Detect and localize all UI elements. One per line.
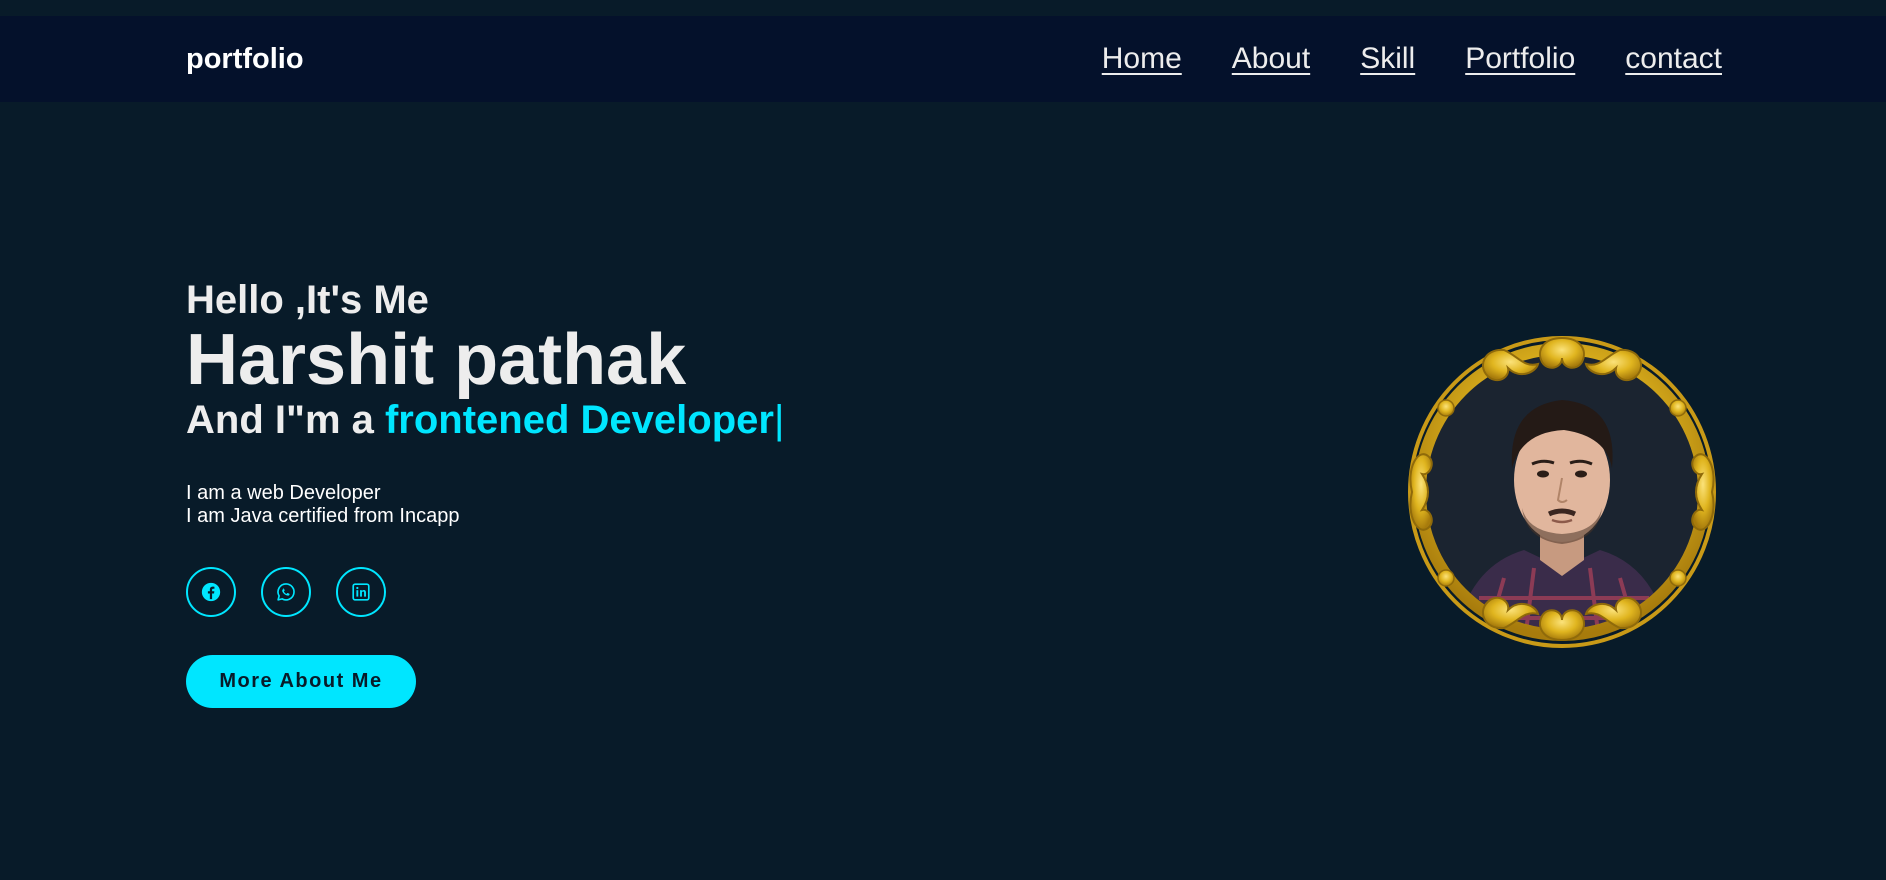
role-highlight: frontened Developer — [384, 398, 774, 442]
bio-line: I am a web Developer — [186, 482, 381, 504]
more-about-button[interactable]: More About Me — [186, 655, 416, 708]
facebook-icon — [201, 582, 221, 602]
social-links — [186, 567, 1086, 617]
nav-contact[interactable]: contact — [1625, 40, 1722, 78]
greeting-text: Hello ,It's Me — [186, 278, 429, 322]
role-prefix: And I"m a — [186, 398, 385, 442]
bio-text: I am a web Developer I am Java certified… — [186, 482, 1086, 528]
logo-link[interactable]: portfolio — [186, 42, 304, 76]
bio-line: I am Java certified from Incapp — [186, 505, 460, 527]
linkedin-icon — [352, 583, 370, 601]
top-strip — [0, 0, 1886, 16]
typing-cursor: | — [773, 398, 785, 442]
site-header: portfolio Home About Skill Portfolio con… — [0, 16, 1886, 102]
whatsapp-link[interactable] — [261, 567, 311, 617]
facebook-link[interactable] — [186, 567, 236, 617]
main-nav: Home About Skill Portfolio contact — [1102, 40, 1722, 78]
hero-section: Hello ,It's Me Harshit pathak And I"m a … — [186, 276, 1086, 708]
nav-home[interactable]: Home — [1102, 40, 1182, 78]
portrait-illustration — [1408, 336, 1716, 648]
linkedin-link[interactable] — [336, 567, 386, 617]
hero-name: Harshit pathak — [186, 320, 687, 400]
whatsapp-icon — [277, 583, 295, 601]
nav-about[interactable]: About — [1232, 40, 1310, 78]
nav-skill[interactable]: Skill — [1360, 40, 1415, 78]
nav-portfolio[interactable]: Portfolio — [1465, 40, 1575, 78]
profile-portrait — [1404, 328, 1720, 650]
role-heading: And I"m a frontened Developer| — [186, 396, 1086, 444]
